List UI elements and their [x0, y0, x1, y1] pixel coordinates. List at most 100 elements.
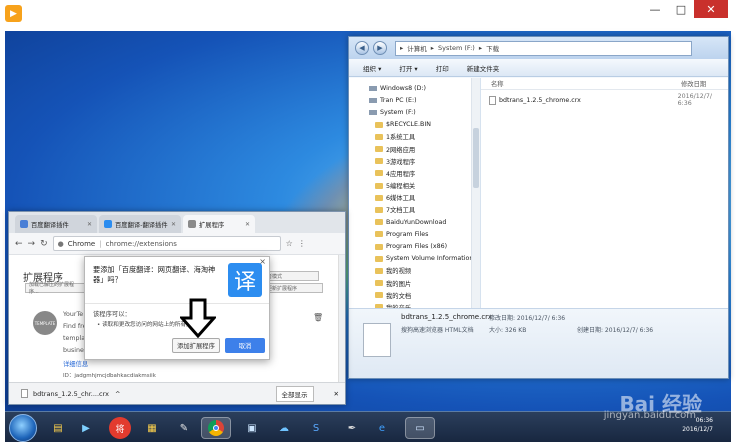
- column-name[interactable]: 名称: [491, 79, 681, 88]
- print-button[interactable]: 打印: [436, 63, 449, 73]
- forward-arrow-icon[interactable]: →: [28, 239, 36, 249]
- dialog-divider: [85, 303, 269, 304]
- file-row[interactable]: bdtrans_1.2.5_chrome.crx 2016/12/7/ 6:36: [481, 93, 728, 107]
- explorer-address-bar[interactable]: ▸ 计算机 ▸ System (F:) ▸ 下载: [395, 40, 692, 56]
- taskbar-window-icon[interactable]: ▭: [405, 417, 435, 439]
- start-button[interactable]: [9, 414, 37, 442]
- nav-item[interactable]: Windows8 (D:): [349, 82, 480, 94]
- breadcrumb-folder[interactable]: 下载: [486, 43, 499, 53]
- dialog-close-icon[interactable]: ×: [259, 257, 266, 266]
- download-menu-icon[interactable]: ^: [115, 390, 120, 398]
- nav-item[interactable]: Tran PC (E:): [349, 94, 480, 106]
- nav-item[interactable]: 5编程相关: [349, 180, 480, 192]
- annotation-down-arrow-icon: [180, 298, 216, 338]
- reload-icon[interactable]: ↻: [40, 239, 48, 249]
- nav-item[interactable]: 我的图片: [349, 277, 480, 289]
- breadcrumb-drive[interactable]: System (F:): [438, 44, 475, 52]
- tab-close-icon[interactable]: ✕: [87, 221, 92, 228]
- nav-item[interactable]: $RECYCLE.BIN: [349, 119, 480, 131]
- menu-icon[interactable]: ⋮: [298, 239, 306, 248]
- host-close-button[interactable]: ✕: [694, 0, 728, 18]
- taskbar-cloud-icon[interactable]: ☁: [273, 417, 295, 439]
- dialog-question: 要添加「百度翻译：网页翻译、海淘神器」吗？: [93, 265, 216, 284]
- show-all-button[interactable]: 全部显示: [275, 385, 314, 402]
- cancel-button[interactable]: 取消: [225, 338, 265, 353]
- details-file-name: bdtrans_1.2.5_chrome.crx: [401, 313, 493, 321]
- folder-icon: [375, 231, 383, 238]
- tab-close-icon[interactable]: ✕: [171, 221, 176, 228]
- nav-item[interactable]: 3游戏程序: [349, 155, 480, 167]
- taskbar-document-icon[interactable]: ▣: [241, 417, 263, 439]
- nav-item[interactable]: 6媒体工具: [349, 192, 480, 204]
- navigation-scrollbar[interactable]: [471, 78, 480, 308]
- details-created: 创建日期: 2016/12/7/ 6:36: [577, 327, 654, 334]
- nav-item[interactable]: 2网络应用: [349, 143, 480, 155]
- extension-details-link[interactable]: 详细信息: [63, 359, 88, 368]
- add-extension-button[interactable]: 添加扩展程序: [172, 338, 220, 353]
- host-app-icon: ▶: [5, 5, 22, 22]
- taskbar-folder-icon[interactable]: ▤: [47, 417, 69, 439]
- nav-item[interactable]: 1系统工具: [349, 131, 480, 143]
- trash-icon[interactable]: 🗑: [313, 313, 323, 322]
- tab-baidu-plugin[interactable]: 百度翻译插件 ✕: [15, 215, 97, 233]
- nav-item-label: Windows8 (D:): [380, 84, 426, 92]
- file-modified: 2016/12/7/ 6:36: [677, 93, 712, 107]
- download-bar: bdtrans_1.2.5_chr....crx ^ 全部显示 ✕: [9, 382, 345, 404]
- open-button[interactable]: 打开 ▾: [399, 63, 417, 73]
- extension-id: ID：jadgmhjmcjdbahkacdiakmsiik: [63, 373, 156, 379]
- back-arrow-icon[interactable]: ←: [15, 239, 23, 249]
- omnibox[interactable]: ● Chrome | chrome://extensions: [52, 236, 281, 251]
- folder-icon: [375, 146, 383, 153]
- taskbar-chrome-icon[interactable]: [201, 417, 231, 439]
- file-list-pane: 名称 修改日期 bdtrans_1.2.5_chrome.crx 2016/12…: [481, 78, 728, 308]
- nav-item[interactable]: 我的视频: [349, 265, 480, 277]
- details-modified: 修改日期: 2016/12/7/ 6:36: [489, 315, 566, 322]
- explorer-body: Windows8 (D:) Tran PC (E:) System (F:) $REC…: [349, 78, 728, 336]
- folder-icon: [375, 133, 383, 140]
- nav-item[interactable]: 我的文档: [349, 289, 480, 301]
- host-minimize-button[interactable]: —: [642, 0, 668, 18]
- new-folder-button[interactable]: 新建文件夹: [467, 63, 500, 73]
- taskbar-translate-app-icon[interactable]: 将: [109, 417, 131, 439]
- breadcrumb-sep-icon: ▸: [430, 44, 435, 52]
- nav-item-label: 6媒体工具: [386, 195, 416, 203]
- breadcrumb-computer[interactable]: 计算机: [407, 43, 427, 53]
- nav-item[interactable]: 4应用程序: [349, 167, 480, 179]
- nav-item-label: 2网络应用: [386, 146, 416, 154]
- taskbar-pen-icon[interactable]: ✒: [341, 417, 363, 439]
- nav-item-label: 我的文档: [386, 292, 412, 300]
- omnibox-sep: |: [99, 239, 102, 248]
- forward-button[interactable]: ▶: [373, 41, 387, 55]
- extension-name: YourTe: [63, 311, 84, 318]
- column-modified[interactable]: 修改日期: [681, 79, 706, 88]
- host-maximize-button[interactable]: □: [668, 0, 694, 18]
- taskbar-ie-icon[interactable]: e: [371, 417, 393, 439]
- scroll-thumb[interactable]: [473, 128, 479, 188]
- download-file-name[interactable]: bdtrans_1.2.5_chr....crx: [33, 390, 109, 398]
- star-icon[interactable]: ☆: [286, 239, 293, 248]
- load-unpacked-button[interactable]: 加载已解压的扩展程序...: [25, 282, 85, 295]
- taskbar-media-icon[interactable]: ▶: [75, 417, 97, 439]
- tab-extensions[interactable]: 扩展程序 ✕: [183, 215, 255, 233]
- download-bar-close-icon[interactable]: ✕: [334, 390, 339, 398]
- taskbar-tool-icon[interactable]: ✎: [173, 417, 195, 439]
- nav-item[interactable]: 7文档工具: [349, 204, 480, 216]
- nav-item[interactable]: BaiduYunDownload: [349, 216, 480, 228]
- tab-baidu-translate[interactable]: 百度翻译-翻译插件 ✕: [99, 215, 181, 233]
- explorer-toolbar: 组织 ▾ 打开 ▾ 打印 新建文件夹: [349, 59, 728, 77]
- chrome-logo-icon: [208, 420, 224, 436]
- nav-item[interactable]: Program Files: [349, 228, 480, 240]
- nav-item[interactable]: System (F:): [349, 106, 480, 118]
- taskbar-explorer-icon[interactable]: ▦: [141, 417, 163, 439]
- tab-close-icon[interactable]: ✕: [245, 221, 250, 228]
- nav-item[interactable]: System Volume Information: [349, 253, 480, 265]
- nav-item[interactable]: Program Files (x86): [349, 240, 480, 252]
- tab-favicon-icon: [104, 220, 112, 228]
- nav-item-label: $RECYCLE.BIN: [386, 121, 431, 129]
- taskbar-s-app-icon[interactable]: S: [305, 417, 327, 439]
- back-button[interactable]: ◀: [355, 41, 369, 55]
- tab-strip: 百度翻译插件 ✕ 百度翻译-翻译插件 ✕ 扩展程序 ✕: [9, 212, 345, 233]
- breadcrumb-sep-icon: ▸: [478, 44, 483, 52]
- organize-button[interactable]: 组织 ▾: [363, 63, 381, 73]
- folder-icon: [375, 121, 383, 128]
